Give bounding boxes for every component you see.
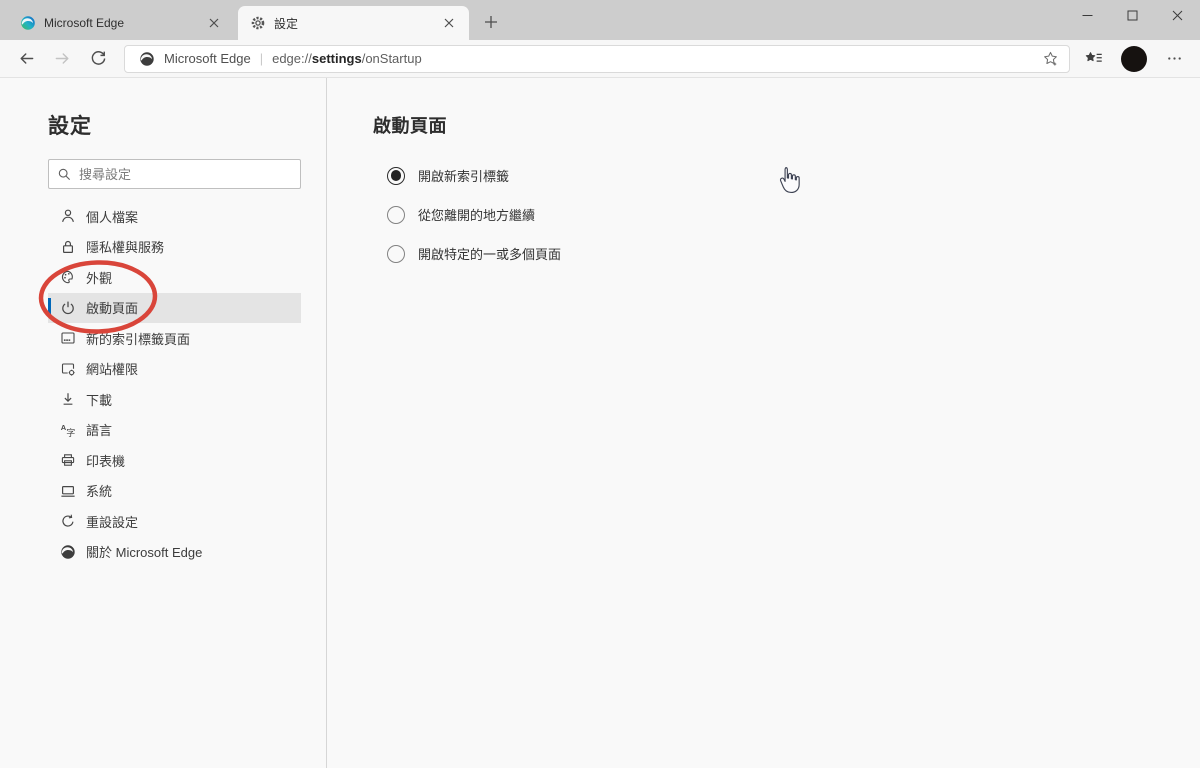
startup-options: 開啟新索引標籤從您離開的地方繼續開啟特定的一或多個頁面 bbox=[387, 156, 1200, 273]
sidebar-item-label: 下載 bbox=[86, 392, 113, 408]
radio-option-label: 開啟特定的一或多個頁面 bbox=[418, 247, 562, 262]
more-menu-button[interactable] bbox=[1156, 44, 1192, 74]
sidebar-item-languages[interactable]: A 字語言 bbox=[48, 415, 301, 446]
favorites-bar-button[interactable] bbox=[1076, 44, 1112, 74]
window-controls bbox=[1065, 0, 1200, 31]
radio-option-2[interactable]: 從您離開的地方繼續 bbox=[387, 195, 1200, 234]
sidebar-item-label: 啟動頁面 bbox=[86, 301, 139, 317]
sidebar-item-downloads[interactable]: 下載 bbox=[48, 384, 301, 415]
settings-sidebar: 設定 個人檔案隱私權與服務外觀啟動頁面新的索引標籤頁面網站權限下載 A字語言印表機… bbox=[0, 78, 327, 768]
browser-toolbar: Microsoft Edge | edge://settings/onStart… bbox=[0, 40, 1200, 78]
tab-title: 設定 bbox=[274, 16, 299, 31]
sidebar-item-about[interactable]: 關於 Microsoft Edge bbox=[48, 537, 301, 568]
add-favorite-star-icon[interactable] bbox=[1042, 50, 1059, 67]
power-icon bbox=[60, 300, 76, 316]
sidebar-item-appearance[interactable]: 外觀 bbox=[48, 262, 301, 293]
new-tab-page-icon bbox=[60, 330, 76, 346]
close-window-button[interactable] bbox=[1155, 0, 1200, 31]
profile-avatar[interactable] bbox=[1121, 45, 1147, 72]
sidebar-item-label: 個人檔案 bbox=[86, 209, 139, 225]
sidebar-item-label: 重設設定 bbox=[86, 514, 139, 530]
forward-arrow-icon bbox=[55, 53, 68, 64]
gear-icon bbox=[250, 15, 266, 31]
sidebar-item-label: 網站權限 bbox=[86, 362, 139, 378]
radio-option-1[interactable]: 開啟新索引標籤 bbox=[387, 156, 1200, 195]
settings-page: 設定 個人檔案隱私權與服務外觀啟動頁面新的索引標籤頁面網站權限下載A字語言印表機… bbox=[0, 78, 1200, 768]
forward-button[interactable] bbox=[44, 44, 80, 74]
radio-button[interactable] bbox=[387, 205, 405, 224]
minimize-button[interactable] bbox=[1065, 0, 1110, 31]
palette-icon bbox=[60, 269, 76, 285]
sidebar-item-label: 隱私權與服務 bbox=[86, 240, 165, 256]
sidebar-item-reset[interactable]: 重設設定 bbox=[48, 506, 301, 537]
edge-logo-icon bbox=[20, 15, 36, 31]
more-menu-icon bbox=[1167, 57, 1181, 60]
address-bar[interactable]: Microsoft Edge | edge://settings/onStart… bbox=[124, 44, 1070, 73]
site-label: Microsoft Edge bbox=[164, 51, 251, 66]
sidebar-item-system[interactable]: 系統 bbox=[48, 476, 301, 507]
tab-settings[interactable]: 設定 bbox=[238, 6, 469, 40]
laptop-icon bbox=[60, 483, 76, 499]
sidebar-item-label: 系統 bbox=[86, 484, 113, 500]
settings-search-box[interactable] bbox=[48, 159, 301, 189]
tab-title: Microsoft Edge bbox=[44, 16, 125, 30]
language-icon: A字 bbox=[60, 422, 76, 438]
url-text: edge://settings/onStartup bbox=[272, 51, 422, 66]
radio-option-3[interactable]: 開啟特定的一或多個頁面 bbox=[387, 234, 1200, 273]
refresh-button[interactable] bbox=[80, 44, 116, 74]
sidebar-item-label: 新的索引標籤頁面 bbox=[86, 331, 191, 347]
maximize-button[interactable] bbox=[1110, 0, 1155, 31]
download-icon bbox=[60, 391, 76, 407]
radio-option-label: 從您離開的地方繼續 bbox=[418, 208, 536, 223]
sidebar-item-label: 關於 Microsoft Edge bbox=[86, 545, 203, 561]
printer-icon bbox=[60, 452, 76, 468]
sidebar-item-permissions[interactable]: 網站權限 bbox=[48, 354, 301, 385]
search-icon bbox=[58, 168, 71, 180]
url-separator: | bbox=[259, 51, 264, 66]
sidebar-nav: 個人檔案隱私權與服務 外觀啟動頁面新的索引標籤頁面 網站權限下載 A 字語言印表機系統重… bbox=[0, 201, 326, 567]
back-button[interactable] bbox=[8, 44, 44, 74]
sidebar-title: 設定 bbox=[48, 115, 92, 138]
radio-button[interactable] bbox=[387, 166, 405, 185]
radio-button[interactable] bbox=[387, 244, 405, 263]
person-icon bbox=[60, 208, 76, 224]
svg-text:字: 字 bbox=[66, 427, 75, 438]
new-tab-button[interactable] bbox=[477, 8, 505, 36]
main-panel: 啟動頁面 開啟新索引標籤從您離開的地方繼續開啟特定的一或多個頁面 bbox=[327, 78, 1200, 768]
toolbar-right-cluster bbox=[1076, 44, 1192, 74]
sidebar-item-profile[interactable]: 個人檔案 bbox=[48, 201, 301, 232]
radio-option-label: 開啟新索引標籤 bbox=[418, 169, 510, 184]
favorites-bar-icon bbox=[1085, 52, 1102, 62]
back-arrow-icon bbox=[20, 53, 33, 64]
sidebar-item-onstartup[interactable]: 啟動頁面 bbox=[48, 292, 301, 323]
sidebar-item-label: 印表機 bbox=[86, 453, 126, 469]
search-input[interactable] bbox=[79, 166, 292, 182]
close-tab-icon[interactable] bbox=[439, 13, 459, 33]
selected-indicator bbox=[48, 298, 51, 317]
tab-microsoft-edge[interactable]: Microsoft Edge bbox=[8, 6, 234, 40]
close-tab-icon[interactable] bbox=[204, 13, 224, 33]
edge-logo-dark-icon bbox=[60, 544, 76, 560]
sidebar-item-privacy[interactable]: 隱私權與服務 bbox=[48, 232, 301, 263]
sidebar-item-printers[interactable]: 印表機 bbox=[48, 445, 301, 476]
edge-logo-icon bbox=[139, 51, 155, 67]
sidebar-item-label: 外觀 bbox=[86, 270, 113, 286]
site-permissions-icon bbox=[60, 361, 76, 377]
refresh-icon bbox=[91, 51, 105, 65]
reset-icon bbox=[60, 513, 76, 529]
tab-bar: Microsoft Edge 設定 bbox=[0, 0, 1200, 40]
sidebar-item-newtab[interactable]: 新的索引標籤頁面 bbox=[48, 323, 301, 354]
sidebar-item-label: 語言 bbox=[86, 423, 113, 439]
lock-icon bbox=[60, 239, 76, 255]
page-title: 啟動頁面 bbox=[373, 116, 447, 136]
